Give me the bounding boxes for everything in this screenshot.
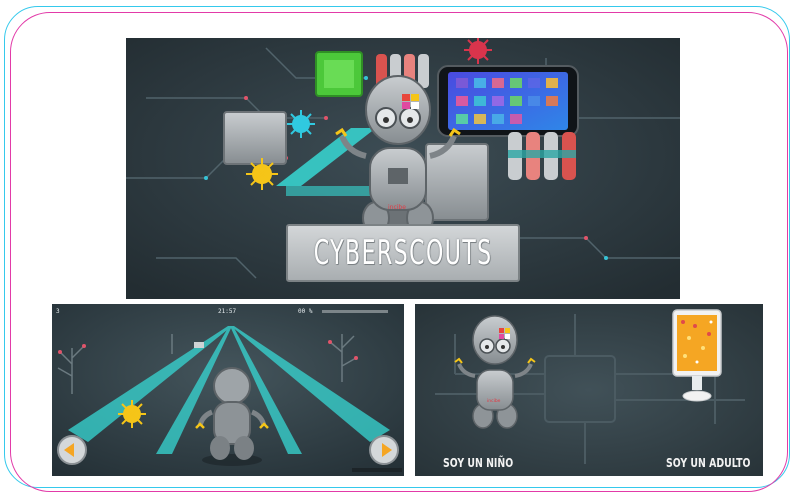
adult-profile-button[interactable]: SOY UN ADULTO (666, 456, 750, 470)
move-right-button[interactable] (370, 436, 398, 464)
incibe-logo: incibe (388, 204, 406, 211)
child-profile-button[interactable]: SOY UN NIÑO (443, 456, 513, 470)
lives-counter: 3 (56, 308, 60, 315)
gameplay-art (52, 304, 404, 476)
move-left-button[interactable] (58, 436, 86, 464)
timer: 21:57 (218, 308, 237, 315)
gameplay-panel: 3 21:57 00 % (52, 304, 404, 476)
game-logo-plate: CYBERSCOUTS (286, 224, 520, 282)
profile-select-art: incibe (415, 304, 763, 476)
progress-percent: 00 % (298, 308, 313, 315)
profile-select-panel: incibe SOY UN NIÑO SOY UN ADULTO (415, 304, 763, 476)
incibe-logo: incibe (487, 398, 501, 404)
title-screen-panel: incibe CYBERSCOUTS (126, 38, 680, 299)
progress-track (322, 310, 388, 313)
game-title: CYBERSCOUTS (313, 233, 493, 273)
